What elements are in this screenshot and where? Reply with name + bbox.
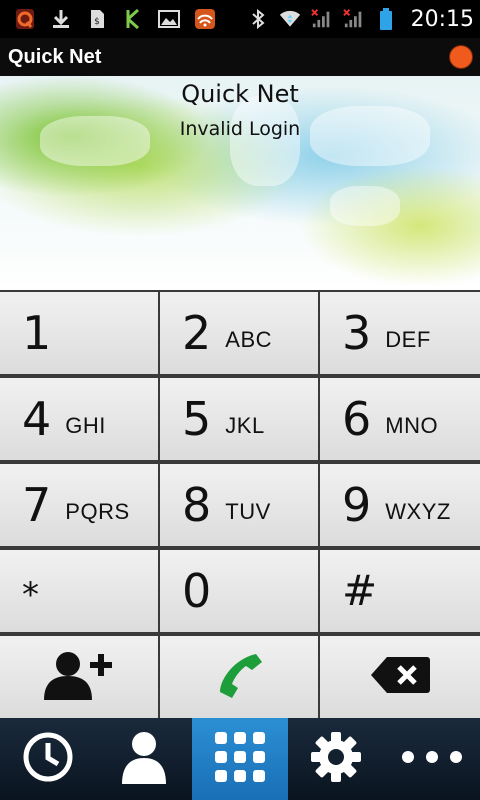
key-digit: 2 (182, 306, 212, 360)
key-letters: MNO (385, 413, 439, 438)
sim-toolkit-icon: $ (86, 8, 108, 30)
key-digit: 5 (182, 392, 212, 446)
battery-icon (375, 8, 397, 30)
k-app-icon (122, 8, 144, 30)
key-digit: 3 (342, 306, 372, 360)
key-digit: 6 (342, 392, 372, 446)
dialpad-icon (213, 730, 267, 788)
svg-text:$: $ (94, 17, 100, 27)
key-6[interactable]: 6 MNO (320, 378, 480, 460)
key-digit: 4 (22, 392, 52, 446)
key-letters: WXYZ (385, 499, 451, 524)
wifi-hotspot-icon (194, 8, 216, 30)
key-9[interactable]: 9 WXYZ (320, 464, 480, 546)
key-3[interactable]: 3 DEF (320, 292, 480, 374)
key-7[interactable]: 7 PQRS (0, 464, 158, 546)
backspace-icon (369, 655, 431, 699)
key-digit: 1 (22, 306, 52, 360)
dialpad-tab[interactable] (192, 718, 288, 800)
key-letters: PQRS (65, 499, 130, 524)
key-2[interactable]: 2 ABC (160, 292, 318, 374)
key-letters: ABC (225, 327, 273, 352)
key-letters: JKL (225, 413, 265, 438)
app-title: Quick Net (8, 45, 102, 68)
key-digit: * (22, 575, 39, 615)
call-button[interactable] (160, 636, 318, 718)
key-hash[interactable]: # (320, 550, 480, 632)
gallery-icon (158, 8, 180, 30)
backspace-button[interactable] (320, 636, 480, 718)
key-letters: TUV (225, 499, 271, 524)
app-titlebar: Quick Net (0, 38, 480, 76)
key-1[interactable]: 1 (0, 292, 158, 374)
key-star[interactable]: * (0, 550, 158, 632)
key-digit: 7 (22, 478, 52, 532)
signal-sim2-icon (342, 8, 365, 30)
download-icon (50, 8, 72, 30)
key-4[interactable]: 4 GHI (0, 378, 158, 460)
contacts-icon (120, 730, 168, 788)
bluetooth-icon (247, 8, 269, 30)
key-digit: # (342, 566, 378, 615)
dialpad: 1 2 ABC 3 DEF 4 GHI 5 JKL 6 MNO 7 PQRS 8 TUV 9W… (0, 290, 480, 718)
key-digit: 9 (342, 478, 372, 532)
history-icon (22, 731, 74, 787)
key-0[interactable]: 0 (160, 550, 318, 632)
status-bar: $ 20:15 (0, 0, 480, 38)
key-5[interactable]: 5 JKL (160, 378, 318, 460)
login-status-text: Invalid Login (179, 118, 301, 140)
add-contact-button[interactable] (0, 636, 158, 718)
history-tab[interactable] (0, 718, 96, 800)
settings-icon (309, 730, 363, 788)
key-8[interactable]: 8 TUV (160, 464, 318, 546)
more-tab[interactable] (384, 718, 480, 800)
contacts-tab[interactable] (96, 718, 192, 800)
quickoffice-icon (14, 8, 36, 30)
call-icon (212, 648, 266, 706)
settings-tab[interactable] (288, 718, 384, 800)
bottom-navigation (0, 718, 480, 800)
connection-status-indicator (450, 46, 472, 68)
clock: 20:15 (410, 6, 474, 32)
key-digit: 8 (182, 478, 212, 532)
key-letters: GHI (65, 413, 106, 438)
wifi-icon (279, 8, 301, 30)
add-contact-icon (42, 648, 116, 706)
key-digit: 0 (182, 564, 212, 618)
status-banner: Quick Net Invalid Login (0, 76, 480, 290)
more-icon (400, 749, 464, 769)
key-letters: DEF (385, 327, 431, 352)
banner-title: Quick Net (181, 80, 299, 108)
signal-sim1-icon (310, 8, 333, 30)
